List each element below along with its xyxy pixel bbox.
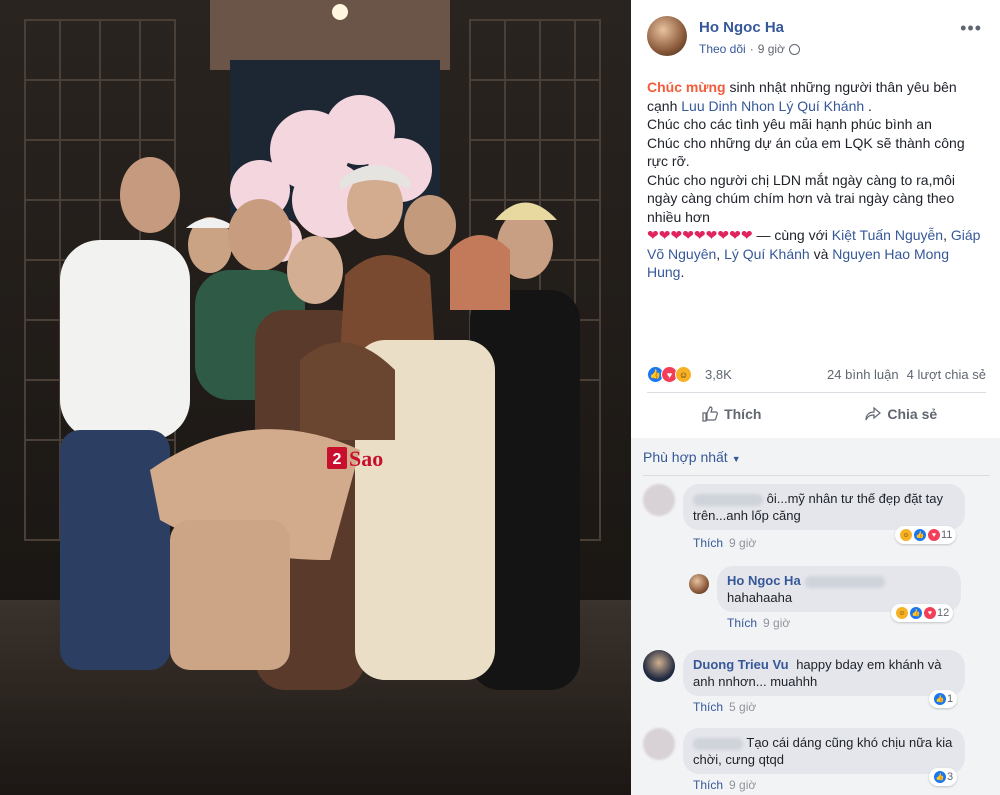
with-prefix: — cùng với bbox=[752, 227, 832, 243]
share-icon bbox=[865, 406, 882, 421]
commenter-name[interactable]: Duong Trieu Vu bbox=[693, 657, 789, 672]
comment-like-link[interactable]: Thích bbox=[727, 616, 757, 630]
haha-reaction-icon: ☺ bbox=[675, 366, 692, 383]
with-period: . bbox=[680, 264, 685, 280]
comment-actions: Thích 9 giờ bbox=[693, 536, 756, 550]
haha-reaction-icon: ☺ bbox=[899, 528, 913, 542]
post-panel: Ho Ngoc Ha Theo dõi · 9 giờ ••• Chúc mừn… bbox=[631, 0, 1000, 795]
comment-time[interactable]: 9 giờ bbox=[729, 778, 756, 792]
hearts-emoji: ❤❤❤❤❤❤❤❤❤ bbox=[647, 227, 753, 243]
watermark-logo: 2 Sao bbox=[327, 446, 383, 471]
love-reaction-icon: ♥ bbox=[923, 606, 937, 620]
avatar[interactable] bbox=[643, 728, 675, 760]
comment-sort-dropdown[interactable]: Phù hợp nhất ▼ bbox=[643, 449, 741, 465]
facebook-photo-viewer: 2 Sao Ho Ngoc Ha Theo dõi · 9 giờ ••• Ch… bbox=[0, 0, 1000, 795]
congrats-text: Chúc mừng bbox=[647, 79, 726, 95]
comment-time[interactable]: 5 giờ bbox=[729, 700, 756, 714]
comment-bubble: Duong Trieu Vu happy bday em khánh và an… bbox=[683, 650, 965, 696]
tag-luu-dinh-nhon[interactable]: Luu Dinh Nhon bbox=[681, 98, 774, 114]
body-line1-end: . bbox=[864, 97, 872, 114]
avatar[interactable] bbox=[689, 574, 709, 594]
comment-reactions[interactable]: 👍 1 bbox=[929, 690, 958, 708]
commenter-name-blurred[interactable] bbox=[693, 493, 763, 506]
comment-reaction-count: 1 bbox=[947, 693, 954, 705]
comment-reactions[interactable]: ☺ 👍 ♥ 11 bbox=[895, 526, 957, 544]
avatar[interactable] bbox=[643, 650, 675, 682]
comment-text: hahahaaha bbox=[727, 590, 793, 605]
comment-actions: Thích 5 giờ bbox=[693, 700, 756, 714]
comment-time[interactable]: 9 giờ bbox=[729, 536, 756, 550]
divider bbox=[647, 392, 986, 393]
comment-reactions[interactable]: 👍 3 bbox=[929, 768, 958, 786]
like-reaction-icon: 👍 bbox=[933, 692, 947, 706]
comment-reaction-count: 11 bbox=[941, 529, 953, 541]
reaction-icons[interactable]: 👍 ♥ ☺ bbox=[647, 366, 692, 383]
avatar[interactable] bbox=[647, 16, 687, 56]
post-time[interactable]: 9 giờ bbox=[758, 42, 785, 56]
comment-reactions[interactable]: ☺ 👍 ♥ 12 bbox=[891, 604, 954, 622]
like-reaction-icon: 👍 bbox=[933, 770, 947, 784]
like-reaction-icon: 👍 bbox=[909, 606, 923, 620]
post-stats: 24 bình luận 4 lượt chia sẻ bbox=[827, 367, 986, 382]
commenter-name-blurred[interactable] bbox=[693, 737, 743, 750]
share-button[interactable]: Chia sẻ bbox=[817, 398, 987, 430]
body-line3: Chúc cho những dự án của em LQK sẽ thành… bbox=[647, 134, 965, 170]
love-reaction-icon: ♥ bbox=[927, 528, 941, 542]
sort-label: Phù hợp nhất bbox=[643, 449, 728, 465]
photo[interactable]: 2 Sao bbox=[0, 0, 631, 795]
comment-actions: Thích 9 giờ bbox=[693, 778, 756, 792]
comments-count[interactable]: 24 bình luận bbox=[827, 367, 899, 382]
shares-count[interactable]: 4 lượt chia sẻ bbox=[907, 367, 986, 382]
globe-icon bbox=[788, 43, 800, 55]
haha-reaction-icon: ☺ bbox=[895, 606, 909, 620]
comment: ôi...mỹ nhân tư thế đẹp đặt tay trên...a… bbox=[643, 484, 993, 554]
reactions-bar: 👍 ♥ ☺ 3,8K 24 bình luận 4 lượt chia sẻ bbox=[647, 366, 986, 386]
share-label: Chia sẻ bbox=[887, 406, 938, 422]
comment: Tạo cái dáng cũng khó chịu nữa kia chời,… bbox=[643, 728, 993, 794]
author-name[interactable]: Ho Ngoc Ha bbox=[699, 19, 784, 36]
comment-like-link[interactable]: Thích bbox=[693, 536, 723, 550]
meta-separator: · bbox=[749, 42, 754, 56]
commenter-name[interactable]: Ho Ngoc Ha bbox=[727, 573, 801, 588]
comment: Duong Trieu Vu happy bday em khánh và an… bbox=[643, 650, 993, 718]
comment-actions: Thích 9 giờ bbox=[727, 616, 790, 630]
post-body: Chúc mừng sinh nhật những người thân yêu… bbox=[647, 78, 989, 282]
comment-bubble: ôi...mỹ nhân tư thế đẹp đặt tay trên...a… bbox=[683, 484, 965, 530]
with-kiet-tuan-nguyen[interactable]: Kiệt Tuấn Nguyễn bbox=[832, 227, 943, 243]
svg-text:2: 2 bbox=[333, 451, 342, 468]
more-options-icon[interactable]: ••• bbox=[960, 18, 982, 39]
comment-like-link[interactable]: Thích bbox=[693, 700, 723, 714]
comment-time[interactable]: 9 giờ bbox=[763, 616, 790, 630]
with-comma-2: , bbox=[716, 245, 725, 262]
comment-like-link[interactable]: Thích bbox=[693, 778, 723, 792]
like-button[interactable]: Thích bbox=[647, 398, 817, 430]
body-line2: Chúc cho các tình yêu mãi hạnh phúc bình… bbox=[647, 116, 932, 132]
with-and: và bbox=[809, 245, 833, 262]
group-photo-illustration: 2 Sao bbox=[0, 0, 631, 795]
tag-ly-qui-khanh[interactable]: Lý Quí Khánh bbox=[779, 98, 865, 114]
comment-bubble: Tạo cái dáng cũng khó chịu nữa kia chời,… bbox=[683, 728, 965, 774]
post-header: Ho Ngoc Ha Theo dõi · 9 giờ ••• bbox=[647, 14, 988, 62]
reply-comment: Ho Ngoc Ha hahahaaha Thích 9 giờ ☺ 👍 ♥ 12 bbox=[689, 566, 993, 632]
tagged-name-blurred[interactable] bbox=[804, 575, 885, 588]
body-line4: Chúc cho người chị LDN mắt ngày càng to … bbox=[647, 171, 956, 225]
avatar[interactable] bbox=[643, 484, 675, 516]
comment-reaction-count: 12 bbox=[937, 607, 950, 619]
comments-divider bbox=[643, 475, 990, 476]
caret-down-icon: ▼ bbox=[731, 454, 741, 464]
comment-reaction-count: 3 bbox=[947, 771, 954, 783]
post-actions: Thích Chia sẻ bbox=[647, 398, 986, 430]
reaction-count[interactable]: 3,8K bbox=[705, 367, 732, 382]
svg-text:Sao: Sao bbox=[349, 446, 383, 471]
follow-link[interactable]: Theo dõi bbox=[699, 42, 746, 56]
with-comma-1: , bbox=[943, 227, 951, 243]
with-ly-qui-khanh[interactable]: Lý Quí Khánh bbox=[724, 246, 810, 262]
thumbs-up-icon bbox=[702, 406, 718, 422]
like-label: Thích bbox=[724, 406, 762, 422]
like-reaction-icon: 👍 bbox=[913, 528, 927, 542]
post-meta: Theo dõi · 9 giờ bbox=[699, 42, 800, 56]
